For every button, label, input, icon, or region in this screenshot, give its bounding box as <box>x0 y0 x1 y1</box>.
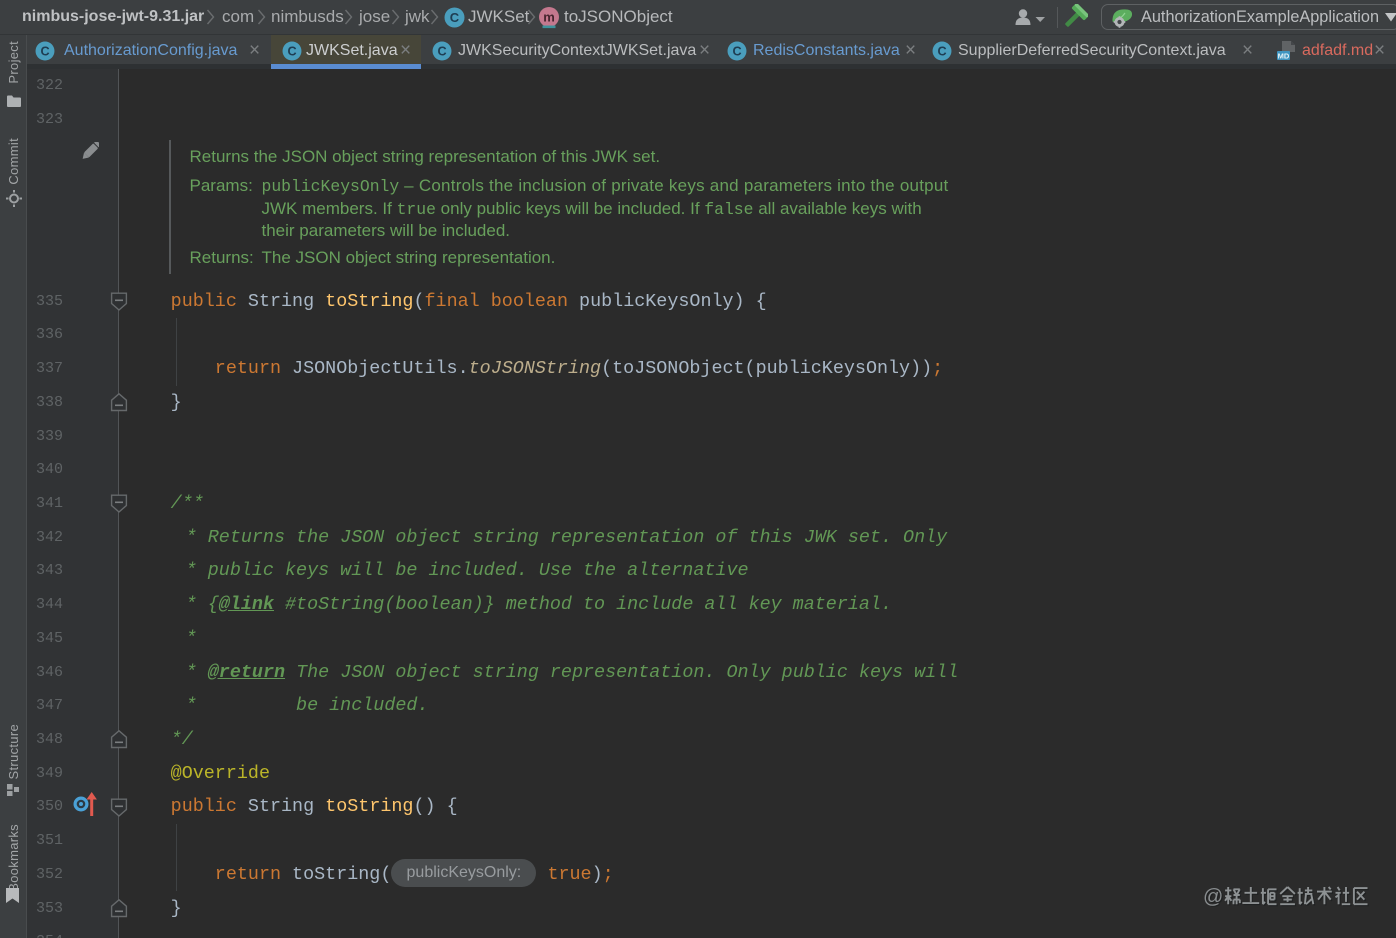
svg-text:m: m <box>543 10 555 25</box>
svg-text:C: C <box>287 45 296 59</box>
svg-text:C: C <box>437 45 446 59</box>
svg-text:MD: MD <box>1278 52 1290 61</box>
svg-text:C: C <box>40 45 49 59</box>
svg-text:@: @ <box>1203 886 1223 908</box>
svg-text:C: C <box>937 45 946 59</box>
svg-text:C: C <box>450 10 460 25</box>
svg-text:C: C <box>732 45 741 59</box>
